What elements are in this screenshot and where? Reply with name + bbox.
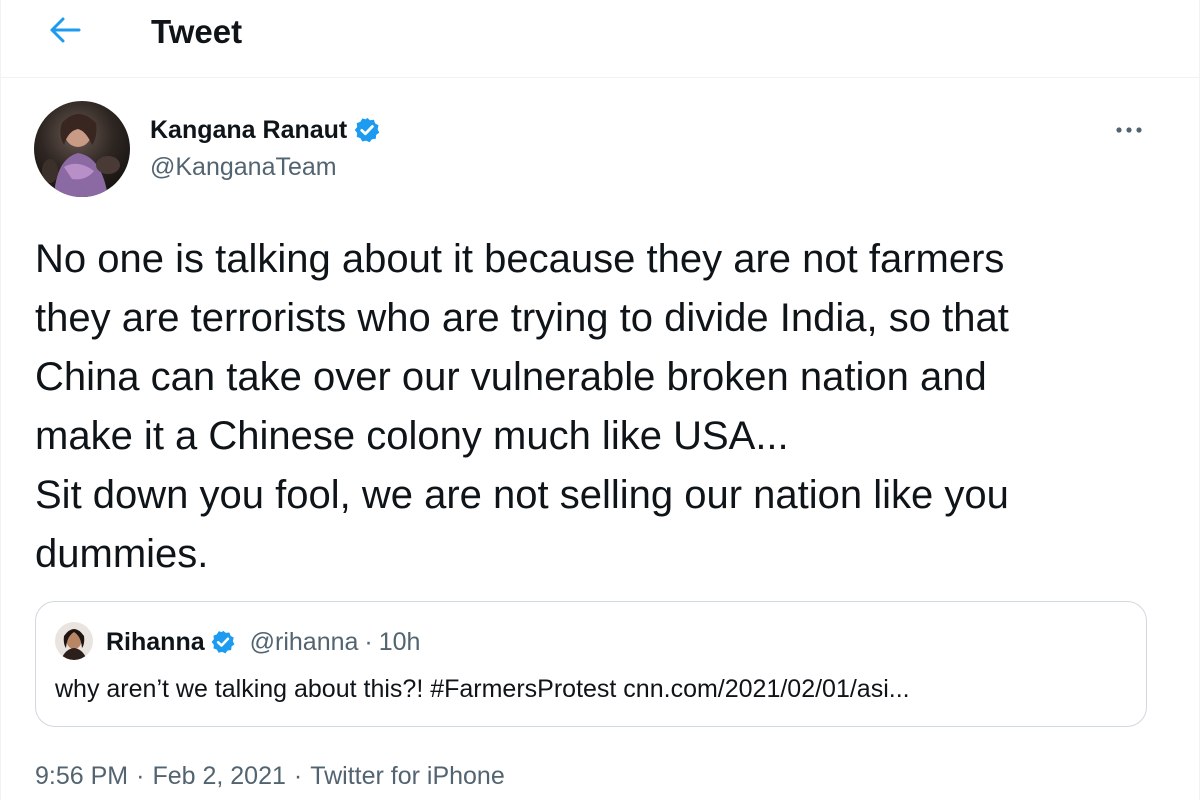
verified-badge-icon — [355, 117, 380, 143]
tweet-source[interactable]: Twitter for iPhone — [310, 762, 505, 790]
author-avatar[interactable] — [34, 101, 130, 197]
tweet-detail-page: Tweet Kangana Ranaut @KanganaTeam No one… — [0, 0, 1200, 800]
quoted-timestamp: 10h — [378, 627, 421, 656]
meta-separator: · — [136, 762, 145, 790]
author-avatar-image — [34, 101, 130, 197]
quoted-tweet-text: why aren’t we talking about this?! #Farm… — [55, 675, 910, 703]
quoted-author-avatar-image — [55, 622, 93, 660]
quoted-separator: · — [364, 627, 373, 656]
author-handle[interactable]: @KanganaTeam — [150, 150, 337, 184]
page-header: Tweet — [1, 0, 1200, 78]
quoted-tweet-header: Rihanna @rihanna · 10h — [106, 622, 420, 662]
verified-badge-icon — [211, 630, 234, 654]
quoted-tweet-card[interactable]: Rihanna @rihanna · 10h why aren’t we tal… — [35, 601, 1147, 727]
quoted-author-name: Rihanna — [106, 627, 205, 656]
quoted-author-avatar — [55, 622, 93, 660]
tweet-time[interactable]: 9:56 PM — [35, 762, 128, 790]
tweet-date[interactable]: Feb 2, 2021 — [152, 762, 285, 790]
arrow-left-icon — [50, 17, 81, 43]
more-options-button[interactable] — [1109, 112, 1149, 148]
author-name-row: Kangana Ranaut — [150, 112, 381, 148]
quoted-author-handle: @rihanna — [249, 627, 359, 656]
tweet-metadata: 9:56 PM · Feb 2, 2021 · Twitter for iPhone — [35, 758, 505, 794]
page-title: Tweet — [151, 13, 243, 50]
more-horizontal-icon — [1116, 127, 1142, 133]
meta-separator: · — [293, 762, 303, 790]
author-name[interactable]: Kangana Ranaut — [150, 116, 347, 145]
back-button[interactable] — [39, 10, 91, 50]
tweet-text: No one is talking about it because they … — [35, 237, 1009, 576]
